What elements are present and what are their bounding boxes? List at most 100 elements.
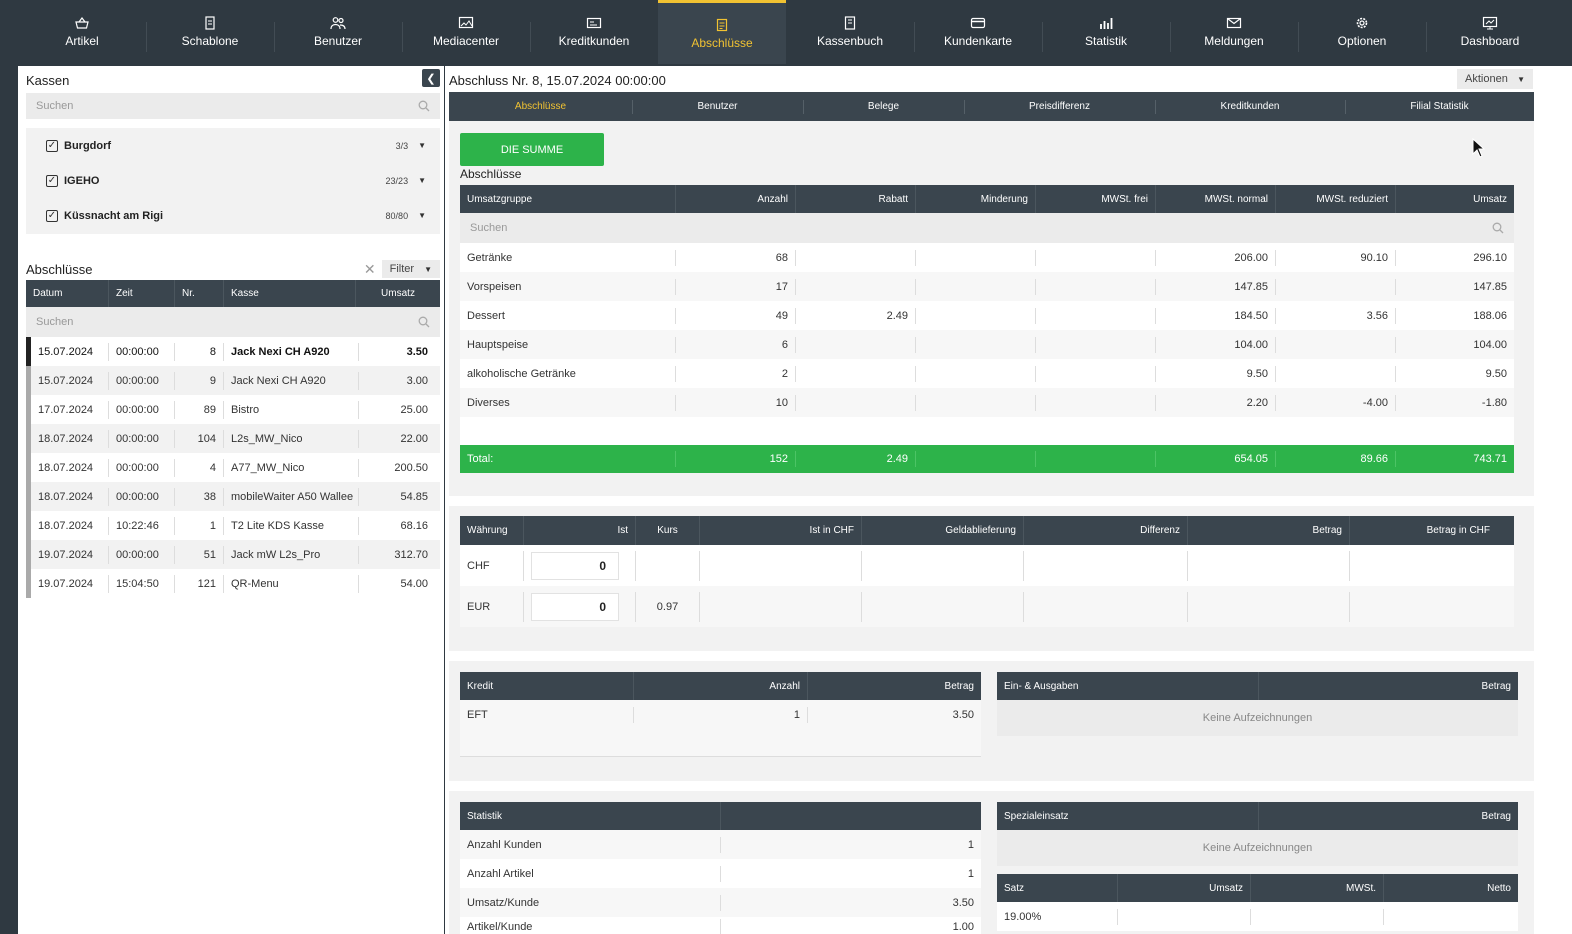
col-mwst-normal[interactable]: MWSt. normal [1156, 185, 1276, 213]
nav-benutzer[interactable]: Benutzer [274, 0, 402, 64]
col-mwst-frei[interactable]: MWSt. frei [1036, 185, 1156, 213]
col-betrag[interactable]: Betrag [1259, 672, 1518, 700]
table-row[interactable]: 18.07.2024 00:00:00 104 L2s_MW_Nico 22.00 [26, 424, 440, 453]
table-row[interactable]: 19.07.2024 00:00:00 51 Jack mW L2s_Pro 312.7… [26, 540, 440, 569]
col-differenz[interactable]: Differenz [1024, 516, 1188, 545]
basket-icon [74, 16, 90, 30]
table-row[interactable]: 17.07.2024 00:00:00 89 Bistro 25.00 [26, 395, 440, 424]
table-row[interactable]: Getränke 68 206.00 90.10 296.10 [460, 243, 1514, 272]
total-cell: 743.71 [1473, 453, 1507, 465]
die-summe-button[interactable]: DIE SUMME [460, 133, 604, 166]
abschluesse-search-input[interactable]: Suchen [26, 307, 440, 337]
nav-artikel[interactable]: Artikel [18, 0, 146, 64]
nav-schablone[interactable]: Schablone [146, 0, 274, 64]
group-cell: 3.56 [1276, 307, 1396, 324]
table-row[interactable]: alkoholische Getränke 2 9.50 9.50 [460, 359, 1514, 388]
col-zeit[interactable]: Zeit [109, 280, 175, 307]
col-netto[interactable]: Netto [1384, 874, 1518, 902]
cell-datum: 19.07.2024 [31, 574, 109, 593]
nav-mediacenter[interactable]: Mediacenter [402, 0, 530, 64]
nav-kreditkunden[interactable]: Kreditkunden [530, 0, 658, 64]
total-row: Total: 152 2.49 654.05 89.66 743.71 [460, 445, 1514, 473]
table-row[interactable]: Diverses 10 2.20 -4.00 -1.80 [460, 388, 1514, 417]
caret-down-icon[interactable]: ▼ [418, 176, 426, 185]
checkbox-checked-icon[interactable]: ✓ [46, 174, 58, 187]
col-betrag[interactable]: Betrag [1259, 802, 1518, 830]
nav-kassenbuch[interactable]: Kassenbuch [786, 0, 914, 64]
col-minderung[interactable]: Minderung [916, 185, 1036, 213]
col-betrag[interactable]: Betrag [1188, 516, 1350, 545]
tab-belege[interactable]: Belege [803, 92, 964, 121]
col-ist-chf[interactable]: Ist in CHF [700, 516, 862, 545]
nav-statistik[interactable]: Statistik [1042, 0, 1170, 64]
kassen-search-input[interactable]: Suchen [26, 93, 440, 119]
col-umsatz[interactable]: Umsatz [1118, 874, 1251, 902]
abschluesse-title: Abschlüsse [26, 261, 93, 277]
col-ist[interactable]: Ist [524, 516, 636, 545]
tab-preisdifferenz[interactable]: Preisdifferenz [964, 92, 1155, 121]
nav-meldungen[interactable]: Meldungen [1170, 0, 1298, 64]
kassen-item[interactable]: ✓ Burgdorf 3/3 ▼ [26, 128, 440, 163]
col-waehrung[interactable]: Währung [460, 516, 524, 545]
col-mwst[interactable]: MWSt. [1251, 874, 1384, 902]
col-kurs[interactable]: Kurs [636, 516, 700, 545]
table-row[interactable]: 19.07.2024 15:04:50 121 QR-Menu 54.00 [26, 569, 440, 598]
collapse-panel-button[interactable]: ❮ [422, 69, 440, 87]
col-spezialeinsatz[interactable]: Spezialeinsatz [997, 802, 1259, 830]
col-kasse[interactable]: Kasse [224, 280, 356, 307]
tab-abschluesse[interactable]: Abschlüsse [449, 92, 632, 121]
checkbox-checked-icon[interactable]: ✓ [46, 139, 58, 152]
kredit-anzahl: 1 [634, 706, 808, 723]
col-betrag[interactable]: Betrag [808, 672, 981, 700]
clear-filter-icon[interactable]: ✕ [364, 261, 376, 278]
col-betrag-chf[interactable]: Betrag in CHF [1350, 516, 1514, 545]
gear-icon [1354, 16, 1370, 30]
nav-abschluesse[interactable]: Abschlüsse [658, 0, 786, 64]
table-row[interactable]: 18.07.2024 00:00:00 4 A77_MW_Nico 200.50 [26, 453, 440, 482]
col-anzahl[interactable]: Anzahl [634, 672, 808, 700]
col-datum[interactable]: Datum [26, 280, 109, 307]
table-row[interactable]: 15.07.2024 00:00:00 9 Jack Nexi CH A920 3.00 [26, 366, 440, 395]
tab-kreditkunden[interactable]: Kreditkunden [1155, 92, 1345, 121]
nav-optionen[interactable]: Optionen [1298, 0, 1426, 64]
table-row[interactable]: 18.07.2024 10:22:46 1 T2 Lite KDS Kasse 68.1… [26, 511, 440, 540]
col-geldablieferung[interactable]: Geldablieferung [862, 516, 1024, 545]
col-statistik[interactable]: Statistik [460, 802, 721, 830]
nav-dashboard[interactable]: Dashboard [1426, 0, 1554, 64]
aktionen-dropdown[interactable]: Aktionen ▼ [1457, 69, 1533, 89]
abschluesse-header: Abschlüsse ✕ Filter ▼ [26, 258, 440, 280]
cell-kasse: L2s_MW_Nico [224, 429, 359, 448]
col-satz[interactable]: Satz [997, 874, 1118, 902]
kassen-item[interactable]: ✓ Küssnacht am Rigi 80/80 ▼ [26, 198, 440, 233]
nav-label: Kassenbuch [816, 34, 884, 48]
ist-input[interactable]: 0 [531, 592, 619, 621]
table-row[interactable]: 15.07.2024 00:00:00 8 Jack Nexi CH A920 3.50 [26, 337, 440, 366]
group-cell [1036, 307, 1156, 324]
col-nr[interactable]: Nr. [175, 280, 224, 307]
ist-input[interactable]: 0 [531, 551, 619, 580]
col-anzahl[interactable]: Anzahl [676, 185, 796, 213]
col-umsatzgruppe[interactable]: Umsatzgruppe [460, 185, 676, 213]
kassen-item[interactable]: ✓ IGEHO 23/23 ▼ [26, 163, 440, 198]
tab-filial-statistik[interactable]: Filial Statistik [1345, 92, 1534, 121]
spacer-row [460, 417, 1514, 445]
table-row[interactable]: Vorspeisen 17 147.85 147.85 [460, 272, 1514, 301]
col-ein-ausgaben[interactable]: Ein- & Ausgaben [997, 672, 1259, 700]
cell-umsatz: 3.50 [406, 345, 428, 358]
filter-dropdown[interactable]: Filter ▼ [381, 260, 440, 278]
tab-benutzer[interactable]: Benutzer [632, 92, 803, 121]
table-row[interactable]: Dessert 49 2.49 184.50 3.56 188.06 [460, 301, 1514, 330]
caret-down-icon[interactable]: ▼ [418, 141, 426, 150]
table-row[interactable]: Hauptspeise 6 104.00 104.00 [460, 330, 1514, 359]
col-rabatt[interactable]: Rabatt [796, 185, 916, 213]
book-icon [842, 16, 858, 30]
table-row[interactable]: 18.07.2024 00:00:00 38 mobileWaiter A50 Wal… [26, 482, 440, 511]
col-kredit[interactable]: Kredit [460, 672, 634, 700]
checkbox-checked-icon[interactable]: ✓ [46, 209, 58, 222]
col-umsatz[interactable]: Umsatz [356, 280, 440, 307]
col-mwst-reduziert[interactable]: MWSt. reduziert [1276, 185, 1396, 213]
caret-down-icon[interactable]: ▼ [418, 211, 426, 220]
col-umsatz[interactable]: Umsatz [1396, 185, 1514, 213]
gruppen-search-input[interactable]: Suchen [460, 213, 1514, 243]
nav-kundenkarte[interactable]: Kundenkarte [914, 0, 1042, 64]
